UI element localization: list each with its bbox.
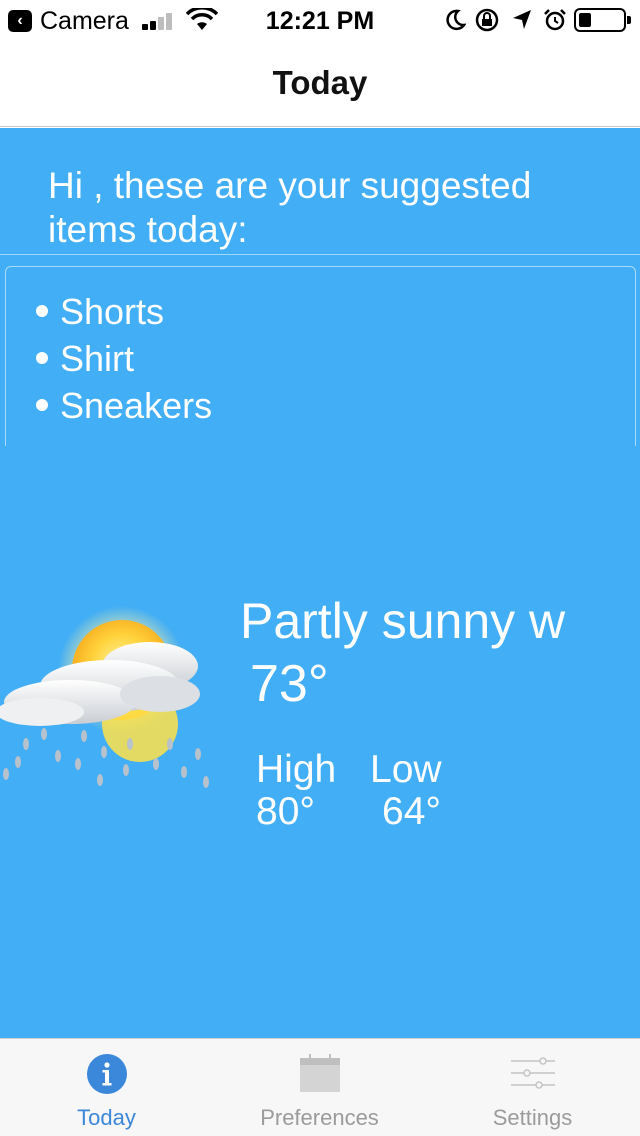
sliders-icon <box>510 1057 555 1089</box>
page-title: Today <box>272 64 368 101</box>
tab-label: Preferences <box>260 1105 379 1130</box>
battery-icon <box>574 8 631 32</box>
high-label: High <box>256 748 337 791</box>
low-label: Low <box>370 748 442 791</box>
greeting-text: Hi , these are your suggested items toda… <box>48 165 532 250</box>
location-icon <box>513 10 531 29</box>
divider <box>0 254 640 255</box>
tab-today[interactable]: Today <box>0 1039 213 1136</box>
today-content: Hi , these are your suggested items toda… <box>0 128 640 1038</box>
list-item: Shirt <box>36 335 212 382</box>
list-item: Shorts <box>36 288 212 335</box>
tab-label: Today <box>77 1105 136 1130</box>
info-icon <box>86 1054 127 1094</box>
weather-condition: Partly sunny w <box>240 593 566 649</box>
status-bar: ‹ Camera 12:21 PM <box>0 0 640 40</box>
current-temperature: 73° <box>250 655 329 713</box>
tab-settings[interactable]: Settings <box>426 1039 639 1136</box>
tab-preferences[interactable]: Preferences <box>213 1039 426 1136</box>
item-label: Shirt <box>60 338 135 379</box>
bullet-icon <box>36 352 48 365</box>
low-temperature: 64° <box>382 790 441 833</box>
high-temperature: 80° <box>256 790 315 833</box>
list-item: Sneakers <box>36 382 212 429</box>
bullet-icon <box>36 305 48 318</box>
tab-label: Settings <box>492 1105 573 1130</box>
bullet-icon <box>36 399 48 412</box>
partly-sunny-rain-icon <box>0 606 209 788</box>
suggested-items-list: Shorts Shirt Sneakers <box>36 288 212 429</box>
tab-bar: Today Preferences Settings <box>0 1038 640 1136</box>
do-not-disturb-icon <box>446 9 466 31</box>
alarm-icon <box>544 9 566 31</box>
orientation-lock-icon <box>475 8 499 32</box>
navigation-bar: Today <box>0 40 640 127</box>
item-label: Sneakers <box>60 385 213 426</box>
item-label: Shorts <box>60 291 165 332</box>
calendar-icon <box>299 1054 340 1092</box>
